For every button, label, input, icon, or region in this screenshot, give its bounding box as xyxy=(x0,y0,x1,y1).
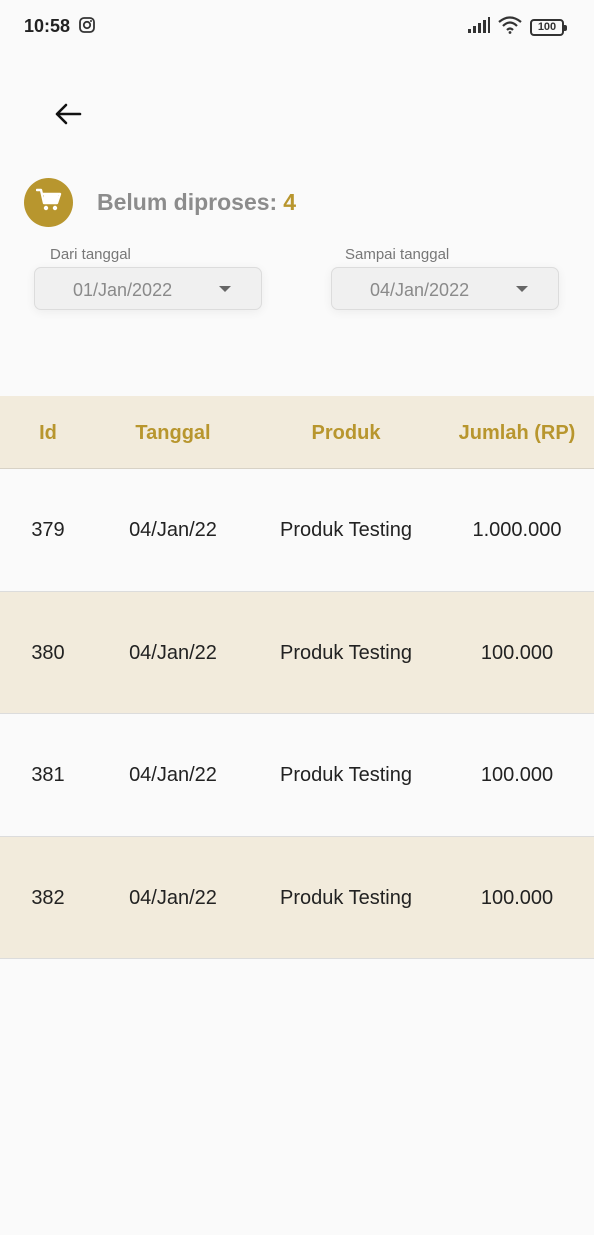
cell-tanggal: 04/Jan/22 xyxy=(129,641,217,664)
cell-produk: Produk Testing xyxy=(280,641,412,664)
cell-jumlah: 1.000.000 xyxy=(472,519,562,541)
cell-tanggal: 04/Jan/22 xyxy=(129,764,217,786)
back-button[interactable] xyxy=(44,92,92,140)
cell-id: 379 xyxy=(31,519,65,541)
pending-summary: Belum diproses: 4 xyxy=(24,177,296,227)
from-date-dropdown[interactable]: 01/Jan/2022 xyxy=(34,267,262,310)
header-produk: Produk xyxy=(311,422,381,444)
cell-produk: Produk Testing xyxy=(280,764,412,786)
caret-down-icon xyxy=(516,286,528,292)
cart-icon xyxy=(35,188,62,217)
cell-produk: Produk Testing xyxy=(280,519,412,541)
wifi-icon xyxy=(498,16,522,39)
status-bar: 10:58 100 xyxy=(0,0,594,52)
cell-jumlah: 100.000 xyxy=(480,886,554,909)
cart-badge xyxy=(24,177,73,227)
table-row[interactable]: 380 04/Jan/22 Produk Testing 100.000 xyxy=(0,591,594,714)
cell-tanggal: 04/Jan/22 xyxy=(129,886,217,909)
to-date-value: 04/Jan/2022 xyxy=(370,280,470,300)
to-date-dropdown[interactable]: 04/Jan/2022 xyxy=(331,267,559,310)
status-time: 10:58 xyxy=(24,16,71,36)
cell-id: 381 xyxy=(31,764,65,786)
table-row[interactable]: 382 04/Jan/22 Produk Testing 100.000 xyxy=(0,836,594,959)
header-tanggal: Tanggal xyxy=(135,422,211,444)
arrow-left-icon xyxy=(54,102,82,131)
caret-down-icon xyxy=(219,286,231,292)
from-date-value: 01/Jan/2022 xyxy=(73,280,173,300)
header-id: Id xyxy=(39,422,57,444)
to-date-caption: Sampai tanggal xyxy=(345,246,450,263)
table-row[interactable]: 379 04/Jan/22 Produk Testing 1.000.000 xyxy=(0,469,594,592)
header-jumlah: Jumlah (RP) xyxy=(458,422,576,444)
battery-icon: 100 xyxy=(530,19,567,36)
cell-tanggal: 04/Jan/22 xyxy=(129,519,217,541)
cell-produk: Produk Testing xyxy=(280,886,412,909)
table-header: Id Tanggal Produk Jumlah (RP) xyxy=(0,396,594,469)
orders-table: Id Tanggal Produk Jumlah (RP) 379 04/Jan… xyxy=(0,396,594,959)
pending-label: Belum diproses: xyxy=(97,188,278,215)
table-row[interactable]: 381 04/Jan/22 Produk Testing 100.000 xyxy=(0,714,594,837)
cell-id: 380 xyxy=(31,641,65,664)
cell-jumlah: 100.000 xyxy=(480,764,554,786)
cell-jumlah: 100.000 xyxy=(480,641,554,664)
instagram-icon xyxy=(79,17,95,33)
from-date-caption: Dari tanggal xyxy=(50,246,131,263)
pending-count: 4 xyxy=(283,188,297,215)
signal-icon xyxy=(468,17,490,38)
cell-id: 382 xyxy=(31,886,65,909)
